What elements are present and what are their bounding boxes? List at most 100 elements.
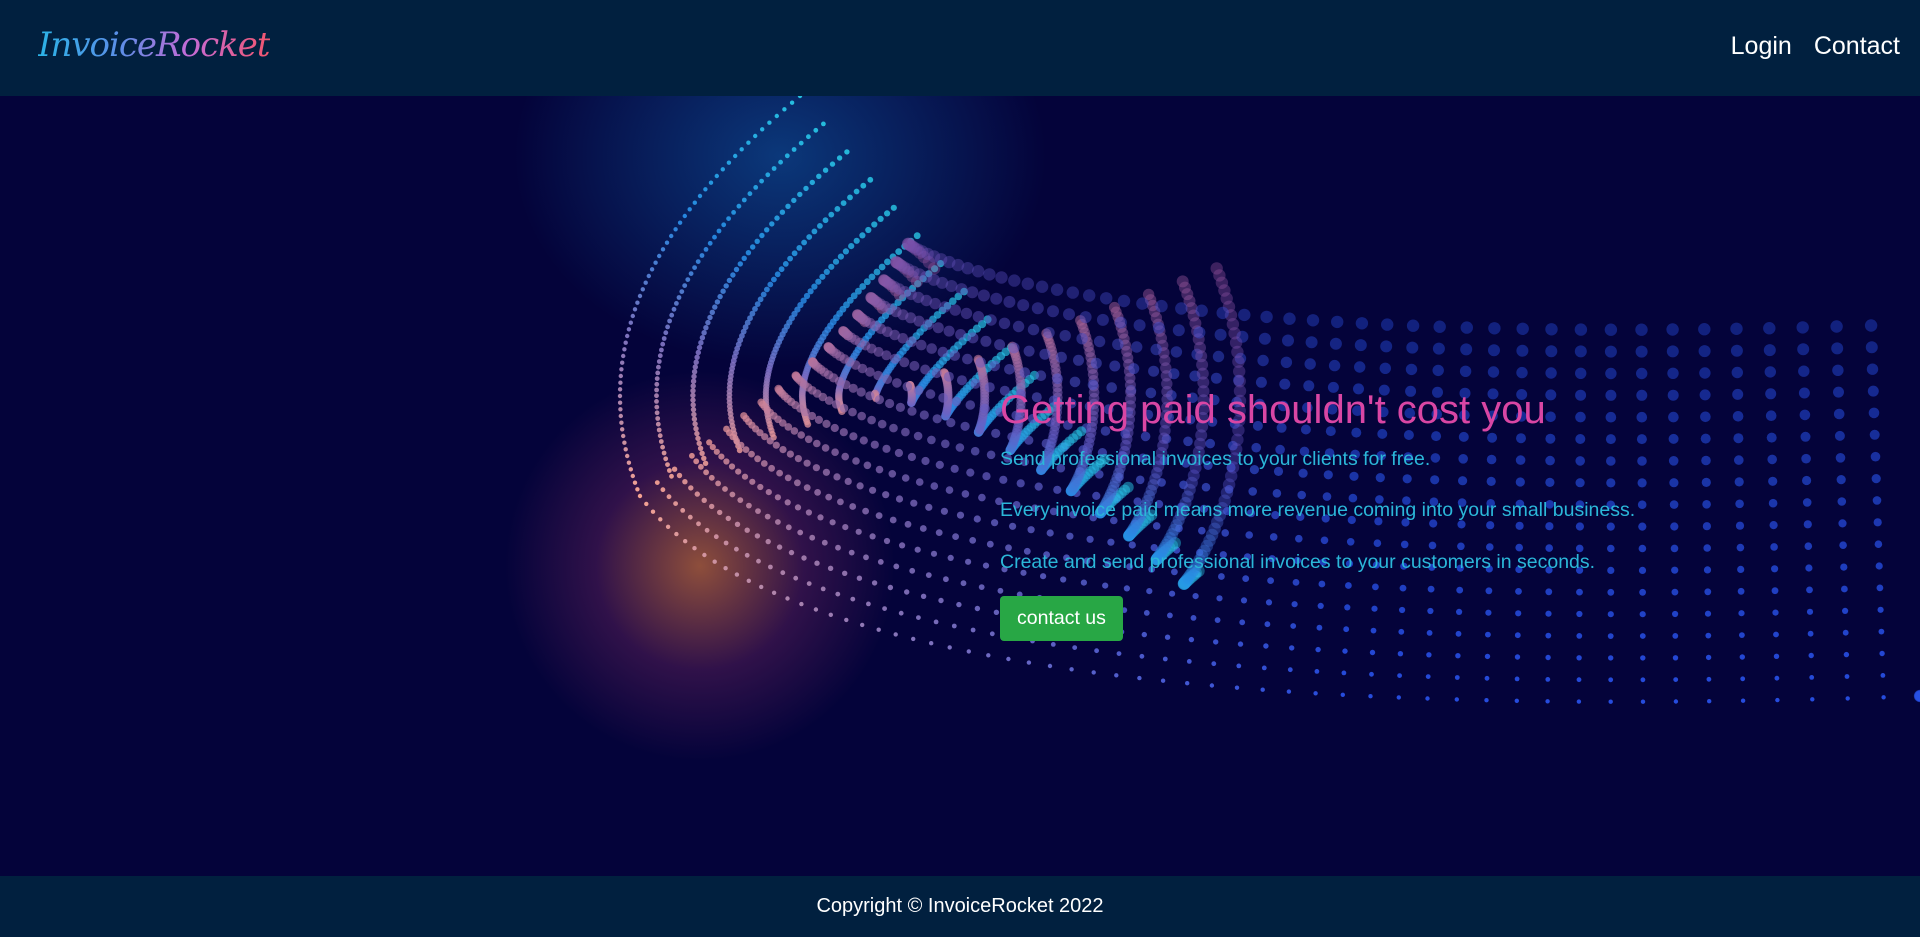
nav-contact-link[interactable]: Contact (1814, 32, 1900, 61)
particle-dot (1574, 323, 1588, 336)
particle-dot (1869, 429, 1880, 440)
particle-dot (873, 268, 881, 276)
particle-dot (801, 555, 807, 561)
particle-dot (1804, 542, 1813, 550)
particle-dot (1872, 496, 1882, 505)
particle-dot (965, 558, 972, 565)
particle-dot (620, 360, 625, 365)
particle-dot (938, 597, 944, 604)
particle-dot (1845, 696, 1850, 701)
particle-dot (797, 431, 805, 439)
hero-title: Getting paid shouldn't cost you (1000, 388, 1546, 432)
particle-dot (658, 517, 663, 522)
particle-dot (660, 487, 666, 493)
particle-dot (803, 484, 811, 491)
particle-dot (978, 493, 986, 502)
particle-dot (690, 388, 696, 394)
particle-dot (1017, 299, 1030, 312)
particle-dot (1705, 654, 1712, 661)
particle-dot (1836, 475, 1846, 485)
particle-dot (1432, 342, 1445, 355)
brand-logo[interactable]: InvoiceRocket (38, 25, 271, 65)
contact-us-button[interactable]: contact us (1000, 596, 1123, 642)
particle-dot (1043, 327, 1055, 339)
particle-dot (925, 389, 936, 399)
particle-dot (1328, 359, 1341, 372)
particle-dot (1636, 367, 1648, 380)
particle-dot (734, 572, 740, 577)
particle-dot (972, 311, 985, 323)
particle-dot (844, 617, 849, 623)
particle-dot (956, 511, 965, 519)
particle-dot (956, 601, 962, 608)
particle-dot (1432, 364, 1444, 377)
particle-dot (683, 539, 688, 544)
particle-dot (699, 335, 706, 341)
particle-dot (986, 450, 996, 460)
particle-dot (1699, 367, 1711, 379)
particle-dot (794, 479, 801, 487)
particle-dot (970, 627, 976, 633)
particle-dot (906, 336, 917, 347)
particle-dot (1545, 367, 1557, 379)
particle-dot (1842, 607, 1849, 614)
particle-dot (1870, 451, 1881, 462)
particle-dot (883, 537, 891, 545)
particle-dot (1881, 695, 1886, 700)
particle-dot (768, 564, 773, 570)
particle-dot (701, 455, 707, 461)
particle-dot (877, 559, 884, 565)
particle-dot (1305, 336, 1318, 349)
particle-dot (1871, 474, 1881, 484)
particle-dot (930, 550, 938, 557)
particle-dot (713, 448, 720, 455)
particle-dot (785, 203, 791, 209)
particle-dot (709, 309, 715, 315)
particle-dot (618, 407, 623, 412)
particle-dot (646, 273, 651, 279)
particle-dot (842, 248, 850, 255)
particle-dot (1460, 343, 1473, 356)
particle-dot (848, 383, 858, 393)
particle-dot (1093, 335, 1106, 348)
particle-dot (696, 521, 701, 527)
particle-dot (909, 360, 920, 371)
particle-dot (619, 420, 624, 425)
particle-dot (721, 222, 727, 228)
particle-dot (1487, 366, 1500, 378)
particle-dot (784, 499, 791, 506)
particle-dot (766, 437, 774, 445)
particle-dot (747, 191, 753, 197)
particle-dot (768, 464, 775, 472)
nav-login-link[interactable]: Login (1731, 32, 1792, 61)
particle-dot (1605, 367, 1617, 380)
particle-dot (848, 549, 855, 556)
particle-dot (932, 414, 942, 424)
particle-dot (837, 253, 845, 260)
particle-dot (1773, 653, 1780, 659)
particle-dot (695, 259, 701, 264)
particle-dot (723, 540, 729, 546)
particle-dot (1672, 655, 1679, 661)
particle-dot (669, 473, 674, 479)
particle-dot (884, 210, 891, 217)
particle-dot (894, 448, 904, 458)
particle-dot (805, 509, 813, 516)
particle-dot (623, 340, 628, 345)
particle-dot (937, 346, 949, 358)
particle-dot (804, 421, 812, 428)
particle-dot (1047, 663, 1053, 669)
particle-dot (776, 469, 783, 477)
particle-dot (1807, 630, 1814, 637)
particle-dot (767, 281, 774, 288)
particle-dot (1514, 676, 1520, 682)
particle-dot (946, 418, 956, 428)
particle-dot (720, 288, 726, 294)
particle-dot (760, 460, 768, 467)
particle-dot (1806, 608, 1814, 615)
particle-dot (654, 393, 659, 399)
particle-dot (1805, 564, 1813, 572)
particle-dot (1019, 367, 1031, 378)
particle-dot (1214, 328, 1227, 341)
particle-dot (1175, 302, 1188, 315)
